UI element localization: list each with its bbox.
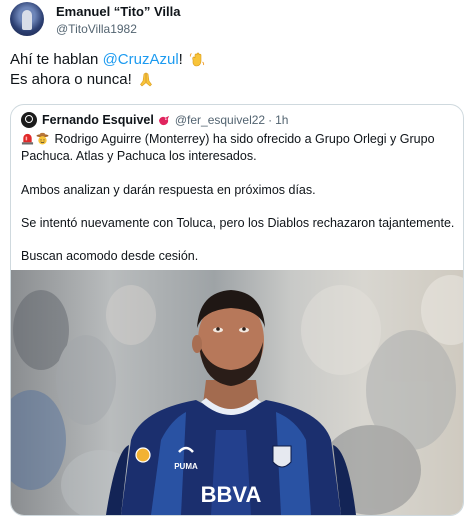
tweet-line-2-text: Es ahora o nunca! — [10, 71, 136, 88]
waving-hand-icon — [189, 52, 205, 67]
author-name[interactable]: Emanuel “Tito” Villa — [56, 4, 181, 19]
jersey-brand-text: PUMA — [174, 462, 198, 471]
quoted-paragraph-4: Buscan acomodo desde cesión. — [21, 249, 199, 263]
quoted-tweet[interactable]: Fernando Esquivel @fer_esquivel22 · 1h R… — [10, 104, 464, 516]
quoted-paragraph-3: Se intentó nuevamente con Toluca, pero l… — [21, 216, 455, 230]
author-avatar[interactable] — [10, 2, 44, 36]
player-photo-illustration: BBVA PUMA — [11, 275, 463, 515]
quoted-paragraph-2: Ambos analizan y darán respuesta en próx… — [21, 183, 316, 197]
tweet-line-2: Es ahora o nunca! — [10, 70, 205, 90]
quoted-author-avatar[interactable] — [21, 112, 37, 128]
quoted-author-name[interactable]: Fernando Esquivel — [42, 113, 154, 127]
quoted-tweet-header: Fernando Esquivel @fer_esquivel22 · 1h — [21, 110, 288, 130]
quoted-tweet-photo[interactable]: BBVA PUMA — [11, 270, 463, 515]
red-siren-icon — [21, 133, 34, 145]
author-handle[interactable]: @TitoVilla1982 — [56, 22, 137, 36]
tweet-line-1-prefix: Ahí te hablan — [10, 51, 103, 68]
tweet-line-1: Ahí te hablan @CruzAzul! — [10, 50, 205, 70]
cowboy-face-icon — [36, 132, 49, 145]
quoted-paragraph-1: Rodrigo Aguirre (Monterrey) ha sido ofre… — [21, 131, 455, 165]
tweet-text: Ahí te hablan @CruzAzul! Es ahora o nunc… — [10, 50, 205, 90]
separator-dot: · — [268, 113, 273, 127]
tweet-line-1-suffix: ! — [178, 51, 183, 68]
quoted-author-handle[interactable]: @fer_esquivel22 — [175, 113, 265, 127]
mention-link[interactable]: @CruzAzul — [103, 51, 179, 68]
jersey-sponsor-text: BBVA — [201, 482, 262, 507]
quoted-paragraph-1-text: Rodrigo Aguirre (Monterrey) ha sido ofre… — [21, 132, 435, 163]
folded-hands-icon — [140, 72, 152, 87]
red-bird-icon — [158, 115, 169, 125]
quoted-timestamp[interactable]: 1h — [275, 113, 288, 127]
